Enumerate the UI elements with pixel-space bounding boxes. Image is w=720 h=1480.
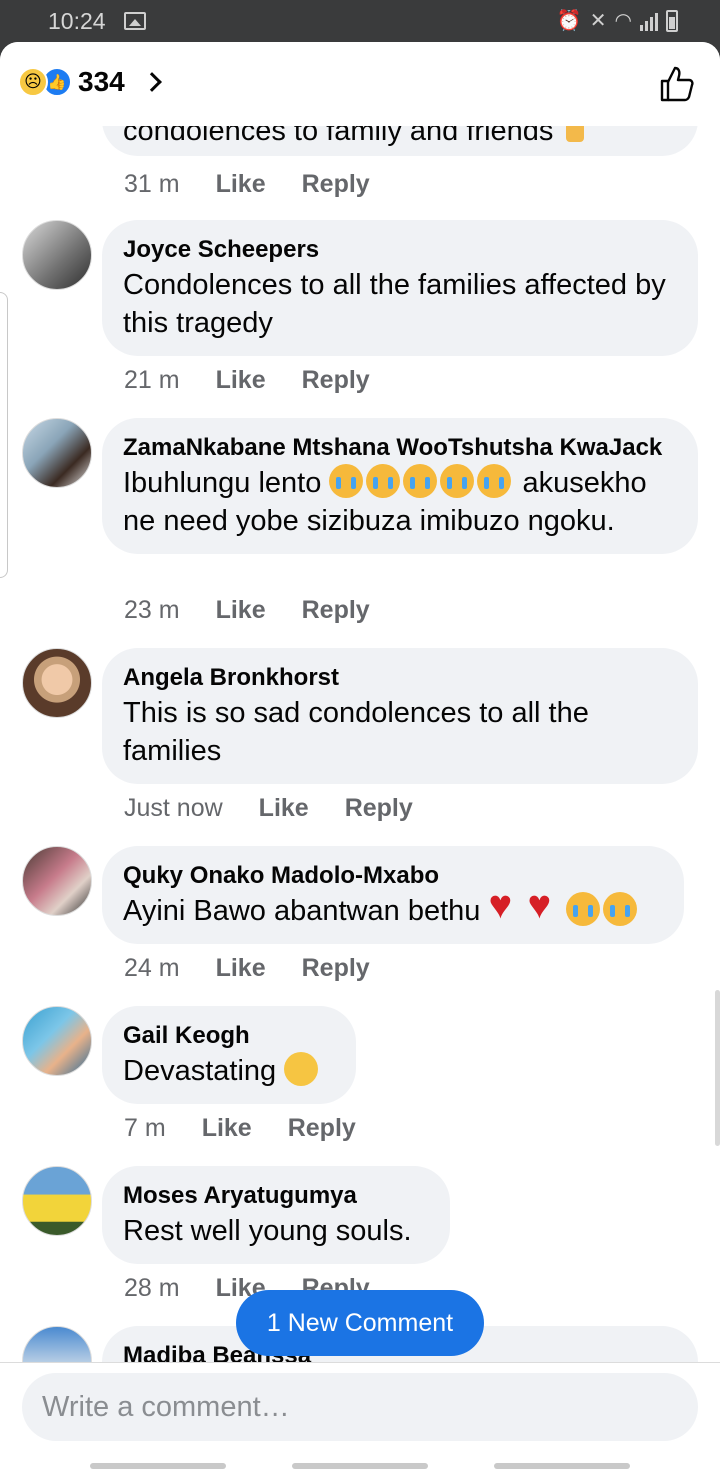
reply-link[interactable]: Reply xyxy=(302,954,370,983)
nav-recent-button[interactable] xyxy=(90,1463,226,1469)
comment-time: 21 m xyxy=(124,366,180,394)
nav-back-button[interactable] xyxy=(494,1463,630,1469)
crying-emoji xyxy=(440,464,475,498)
status-bar: 10:24 ⏰ ✕ ◠ xyxy=(0,0,720,42)
like-link[interactable]: Like xyxy=(216,366,266,395)
wifi-icon: ◠ xyxy=(614,10,632,32)
comment-text-start: Devastating xyxy=(123,1055,277,1087)
crying-emoji xyxy=(329,464,364,498)
comment-actions: 24 m Like Reply xyxy=(124,954,370,983)
comment-time: 7 m xyxy=(124,1114,166,1142)
comment-author[interactable]: Moses Aryatugumya xyxy=(123,1180,428,1212)
comment-actions: 21 m Like Reply xyxy=(124,366,370,395)
comment-text: Condolences to all the families affected… xyxy=(123,269,666,339)
comment-bubble[interactable]: ZamaNkabane Mtshana WooTshutsha KwaJack … xyxy=(102,418,698,554)
avatar[interactable] xyxy=(22,648,92,718)
crying-emoji xyxy=(477,464,512,498)
avatar[interactable] xyxy=(22,418,92,488)
comment-bubble[interactable]: Moses Aryatugumya Rest well young souls. xyxy=(102,1166,450,1264)
sad-reaction-icon: ☹ xyxy=(18,67,48,97)
comment-author[interactable]: Gail Keogh xyxy=(123,1020,334,1052)
comment-time: 28 m xyxy=(124,1274,180,1302)
avatar[interactable] xyxy=(22,220,92,290)
comment-bubble[interactable]: Joyce Scheepers Condolences to all the f… xyxy=(102,220,698,356)
comment-bubble[interactable]: Angela Bronkhorst This is so sad condole… xyxy=(102,648,698,784)
folded-hands-emoji xyxy=(558,126,592,146)
comment-time: 31 m xyxy=(124,170,180,198)
new-comment-button[interactable]: 1 New Comment xyxy=(236,1290,484,1356)
comment-actions: 7 m Like Reply xyxy=(124,1114,356,1143)
reply-link[interactable]: Reply xyxy=(302,366,370,395)
crying-emoji xyxy=(566,892,601,926)
comment-bubble[interactable]: condolences to family and friends xyxy=(102,126,698,156)
comment-text: Ayini Bawo abantwan bethu xyxy=(123,886,662,930)
holding-back-tears-emoji xyxy=(284,1052,319,1086)
reactions-summary[interactable]: ☹ 👍 334 xyxy=(18,66,162,98)
scrollbar[interactable] xyxy=(715,990,720,1146)
reaction-count: 334 xyxy=(78,66,125,97)
comment-author[interactable]: ZamaNkabane Mtshana WooTshutsha KwaJack xyxy=(123,432,676,464)
comment-author[interactable]: Quky Onako Madolo-Mxabo xyxy=(123,860,662,892)
avatar[interactable] xyxy=(22,1166,92,1236)
avatar[interactable] xyxy=(22,1006,92,1076)
like-link[interactable]: Like xyxy=(259,794,309,823)
comments-list[interactable]: condolences to family and friends 31 m L… xyxy=(0,126,720,1362)
signal-icon xyxy=(640,11,658,31)
comment-time: 23 m xyxy=(124,596,180,624)
comment-bubble[interactable]: Gail Keogh Devastating xyxy=(102,1006,356,1104)
broken-heart-emoji xyxy=(527,886,563,926)
comment-text-start: Ibuhlungu lento xyxy=(123,467,322,499)
reactions-header: ☹ 👍 334 xyxy=(0,42,720,126)
comments-sheet: ☹ 👍 334 condolences to family and friend… xyxy=(0,42,720,1480)
reply-link[interactable]: Reply xyxy=(288,1114,356,1143)
image-notification-icon xyxy=(124,12,146,30)
comment-time: Just now xyxy=(124,794,223,822)
crying-emoji xyxy=(603,892,638,926)
comment-bubble[interactable]: Quky Onako Madolo-Mxabo Ayini Bawo abant… xyxy=(102,846,684,944)
comment-author[interactable]: Joyce Scheepers xyxy=(123,234,676,266)
comment-actions: Just now Like Reply xyxy=(124,794,413,823)
status-icons: ⏰ ✕ ◠ xyxy=(557,8,678,33)
broken-heart-emoji xyxy=(488,886,524,926)
scroll-edge xyxy=(0,292,8,578)
alarm-icon: ⏰ xyxy=(556,10,582,32)
comment-input[interactable] xyxy=(22,1373,698,1441)
avatar[interactable] xyxy=(22,1326,92,1362)
comment-text: This is so sad condolences to all the fa… xyxy=(123,697,589,767)
comment-text: Rest well young souls. xyxy=(123,1215,412,1247)
like-link[interactable]: Like xyxy=(216,954,266,983)
avatar[interactable] xyxy=(22,846,92,916)
comment-time: 24 m xyxy=(124,954,180,982)
reply-link[interactable]: Reply xyxy=(302,170,370,199)
comment-author[interactable]: Angela Bronkhorst xyxy=(123,662,676,694)
comment-composer xyxy=(0,1362,720,1480)
chevron-right-icon xyxy=(141,72,162,92)
like-link[interactable]: Like xyxy=(216,596,266,625)
nav-home-button[interactable] xyxy=(292,1463,428,1469)
comment-text: condolences to family and friends xyxy=(123,126,554,147)
comment-text: Ibuhlungu lento akusekho ne need yobe si… xyxy=(123,464,676,540)
crying-emoji xyxy=(366,464,401,498)
status-time: 10:24 xyxy=(48,8,106,34)
mute-icon: ✕ xyxy=(589,10,607,32)
comment-actions: 31 m Like Reply xyxy=(124,170,370,199)
comment-actions: 23 m Like Reply xyxy=(124,596,370,625)
like-thumb-icon[interactable] xyxy=(656,64,696,104)
comment-text-start: Ayini Bawo abantwan bethu xyxy=(123,895,481,927)
reply-link[interactable]: Reply xyxy=(345,794,413,823)
crying-emoji xyxy=(403,464,438,498)
like-link[interactable]: Like xyxy=(216,170,266,199)
like-link[interactable]: Like xyxy=(202,1114,252,1143)
battery-icon xyxy=(666,9,678,32)
comment-text: Devastating xyxy=(123,1052,334,1090)
reply-link[interactable]: Reply xyxy=(302,596,370,625)
